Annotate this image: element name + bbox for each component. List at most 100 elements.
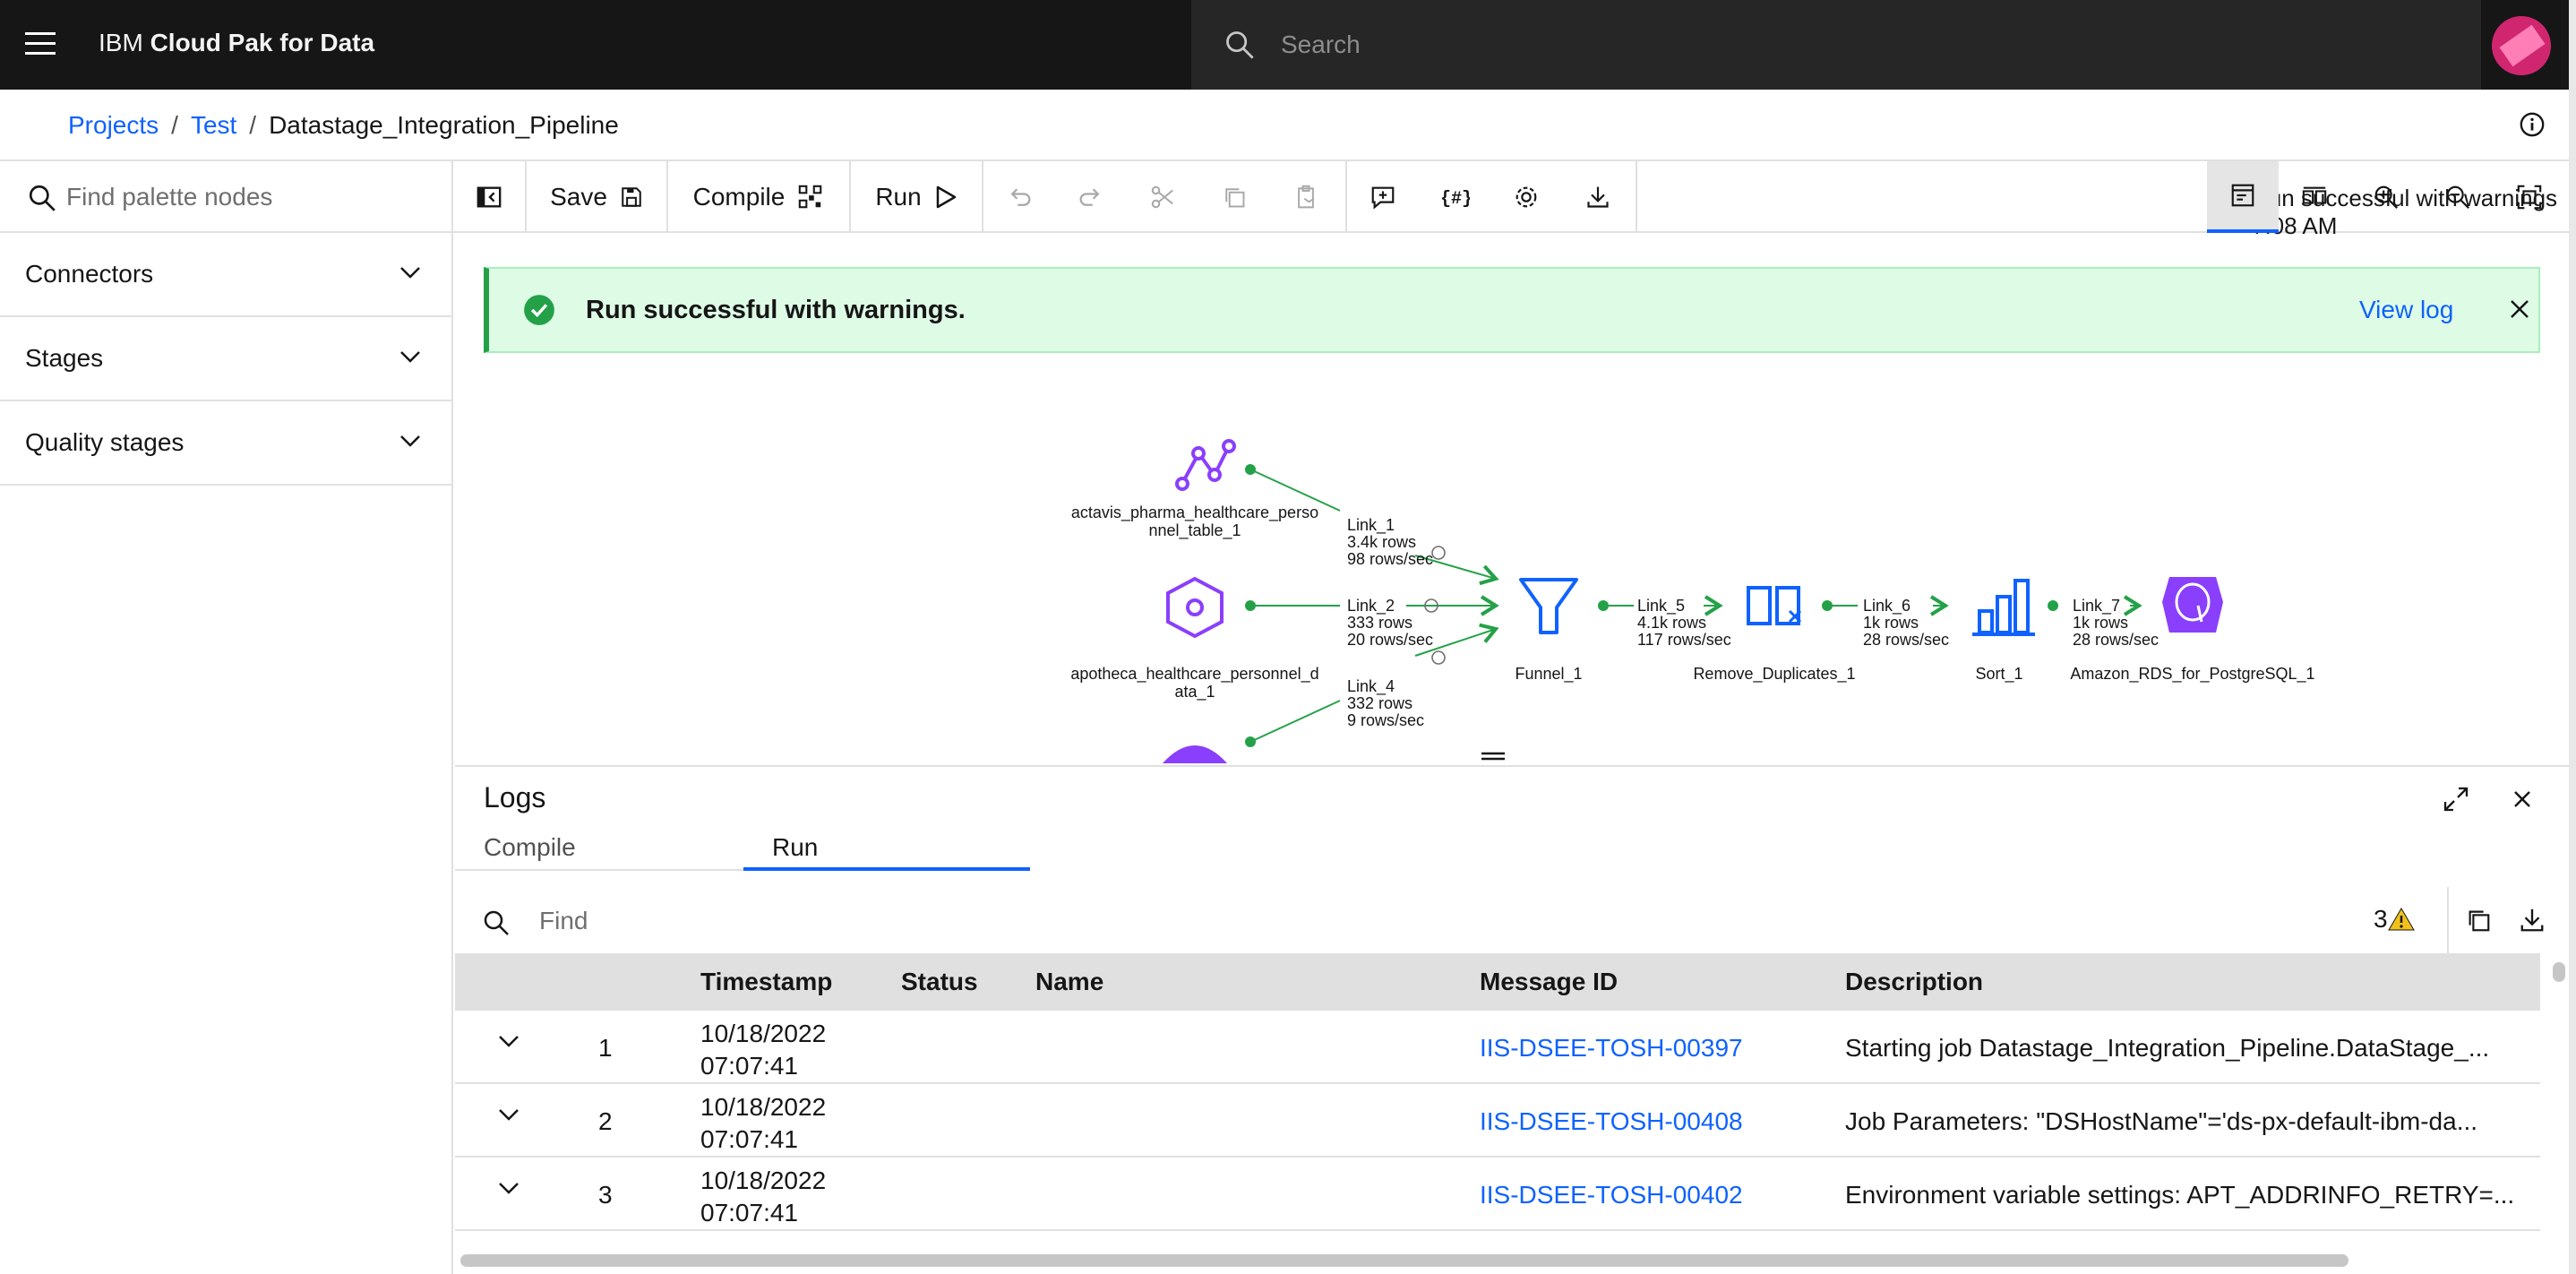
column-header-message-id[interactable]: Message ID	[1480, 968, 1618, 996]
tab-run[interactable]: Run	[743, 822, 1030, 871]
expand-icon[interactable]	[2442, 785, 2470, 813]
description-cell: Environment variable settings: APT_ADDRI…	[1845, 1181, 2515, 1209]
resize-handle-icon[interactable]	[1480, 751, 1507, 762]
chevron-down-icon[interactable]	[498, 1181, 519, 1195]
chevron-down-icon[interactable]	[498, 1107, 519, 1122]
link-label: 28 rows/sec	[2073, 631, 2159, 649]
log-find-input[interactable]: Find	[539, 907, 588, 935]
table-row[interactable]: 1 10/18/2022 07:07:41 IIS-DSEE-TOSH-00397…	[455, 1011, 2540, 1084]
chevron-down-icon[interactable]	[498, 1034, 519, 1048]
global-search[interactable]: Search	[1191, 0, 2481, 90]
top-header: IBM Cloud Pak for Data Search	[0, 0, 2576, 90]
download-icon[interactable]	[2519, 907, 2546, 934]
compile-button[interactable]: Compile	[668, 161, 849, 233]
avatar[interactable]	[2492, 16, 2551, 75]
palette-search[interactable]: Find palette nodes	[0, 161, 451, 233]
info-icon[interactable]	[2519, 111, 2546, 138]
source-node-partial[interactable]	[1163, 745, 1227, 763]
palette-section-quality-stages[interactable]: Quality stages	[0, 401, 451, 486]
column-header-description[interactable]: Description	[1845, 968, 1983, 996]
fit-to-screen-button[interactable]	[2494, 161, 2565, 233]
save-button[interactable]: Save	[527, 161, 666, 233]
copy-icon[interactable]	[2465, 907, 2492, 934]
parameters-button[interactable]: {#}	[1419, 161, 1490, 233]
brand-prefix: IBM	[99, 29, 143, 56]
view-logs-button[interactable]	[2207, 161, 2279, 233]
scroll-thumb[interactable]	[2553, 962, 2565, 982]
table-row[interactable]: 3 10/18/2022 07:07:41 IIS-DSEE-TOSH-00402…	[455, 1158, 2540, 1231]
source-node-apotheca[interactable]	[1166, 576, 1224, 639]
close-icon[interactable]	[2512, 788, 2533, 810]
remove-duplicates-node[interactable]	[1747, 586, 1802, 625]
compile-icon	[799, 185, 822, 209]
message-id-link[interactable]: IIS-DSEE-TOSH-00402	[1480, 1181, 1743, 1209]
horizontal-scrollbar[interactable]	[460, 1254, 2348, 1267]
message-id-link[interactable]: IIS-DSEE-TOSH-00408	[1480, 1107, 1743, 1136]
timestamp-date: 10/18/2022	[700, 1093, 827, 1121]
copy-button[interactable]	[1198, 161, 1270, 233]
node-label: nnel_table_1	[1148, 521, 1241, 540]
paste-button[interactable]	[1270, 161, 1342, 233]
zoom-in-button[interactable]	[2350, 161, 2422, 233]
breadcrumb-separator: /	[171, 111, 178, 139]
link-label: Link_1	[1347, 516, 1395, 535]
palette-section-stages[interactable]: Stages	[0, 317, 451, 401]
tab-compile[interactable]: Compile	[484, 822, 743, 871]
breadcrumb-current: Datastage_Integration_Pipeline	[269, 111, 619, 139]
node-label: ata_1	[1174, 683, 1215, 702]
cut-button[interactable]	[1127, 161, 1198, 233]
column-header-status[interactable]: Status	[901, 968, 978, 996]
chevron-down-icon	[400, 351, 420, 363]
chevron-down-icon	[400, 267, 420, 279]
breadcrumb: Projects / Test / Datastage_Integration_Pipe…	[68, 111, 619, 140]
zoom-out-icon	[2446, 185, 2469, 209]
warning-count-badge[interactable]: 3	[2374, 905, 2415, 934]
run-button[interactable]: Run	[851, 161, 982, 233]
zoom-out-button[interactable]	[2422, 161, 2494, 233]
link-label: 4.1k rows	[1637, 614, 1706, 632]
vertical-scrollbar[interactable]	[2547, 953, 2569, 1240]
timestamp-date: 10/18/2022	[700, 1166, 827, 1194]
add-comment-button[interactable]	[1347, 161, 1419, 233]
sort-node[interactable]	[1972, 579, 2035, 636]
menu-icon[interactable]	[25, 32, 56, 57]
logs-title: Logs	[484, 781, 546, 813]
description-cell: Starting job Datastage_Integration_Pipel…	[1845, 1034, 2490, 1062]
link-label: Link_6	[1863, 597, 1911, 615]
product-name[interactable]: IBM Cloud Pak for Data	[99, 29, 374, 57]
section-label: Stages	[25, 344, 104, 372]
layout-button[interactable]	[2279, 161, 2350, 233]
search-placeholder: Search	[1281, 30, 1361, 58]
breadcrumb-test[interactable]: Test	[191, 111, 236, 139]
pipeline-diagram: actavis_pharma_healthcare_perso nnel_tab…	[1070, 439, 2315, 763]
table-row[interactable]: 2 10/18/2022 07:07:41 IIS-DSEE-TOSH-00408…	[455, 1084, 2540, 1158]
funnel-node[interactable]	[1519, 578, 1578, 634]
palette-section-connectors[interactable]: Connectors	[0, 233, 451, 317]
section-label: Connectors	[25, 260, 154, 288]
node-label: actavis_pharma_healthcare_perso	[1071, 504, 1318, 522]
postgres-target-node[interactable]	[2162, 577, 2223, 633]
compile-label: Compile	[692, 183, 786, 211]
paste-icon	[1298, 185, 1315, 209]
timestamp-time: 07:07:41	[700, 1125, 798, 1153]
node-label: Sort_1	[1975, 665, 2022, 684]
breadcrumb-projects[interactable]: Projects	[68, 111, 159, 139]
column-header-timestamp[interactable]: Timestamp	[700, 968, 832, 996]
undo-icon	[1010, 188, 1031, 206]
column-header-name[interactable]: Name	[1035, 968, 1103, 996]
message-id-link[interactable]: IIS-DSEE-TOSH-00397	[1480, 1034, 1743, 1063]
redo-button[interactable]	[1055, 161, 1127, 233]
logs-panel: Logs Compile Run Find 3 Timestamp Status…	[455, 765, 2569, 1274]
toggle-palette-button[interactable]	[453, 161, 525, 233]
undo-button[interactable]	[983, 161, 1055, 233]
node-label: Amazon_RDS_for_PostgreSQL_1	[2070, 665, 2314, 684]
link-label: 3.4k rows	[1347, 533, 1416, 551]
flow-canvas[interactable]: Run successful with warnings. View log a…	[455, 235, 2569, 763]
source-node-actavis[interactable]	[1175, 439, 1236, 491]
search-icon	[1226, 31, 1254, 59]
link-label: 20 rows/sec	[1347, 631, 1433, 649]
settings-button[interactable]	[1490, 161, 1562, 233]
sidebar-collapse-icon	[477, 186, 502, 208]
download-button[interactable]	[1562, 161, 1634, 233]
link-label: 28 rows/sec	[1863, 631, 1949, 649]
